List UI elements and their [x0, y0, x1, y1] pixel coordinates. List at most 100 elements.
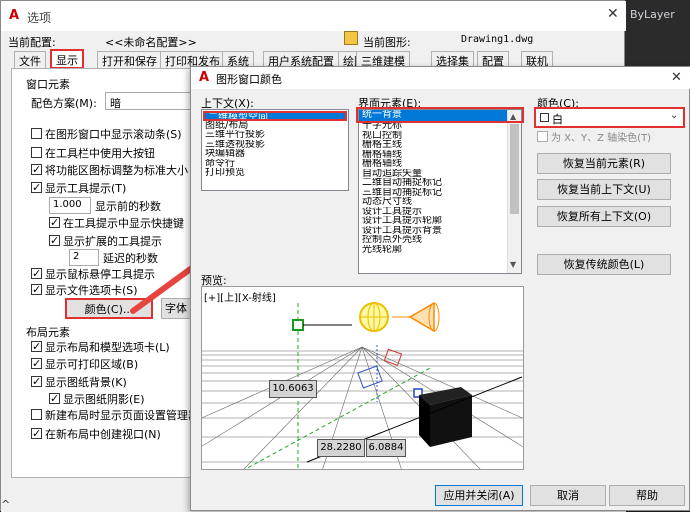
- checkbox-box[interactable]: [31, 339, 42, 354]
- context-item-2d-model[interactable]: 二维模型空间: [203, 111, 347, 121]
- autocad-logo-icon: A: [8, 8, 20, 23]
- context-item-layout[interactable]: 图纸/布局: [202, 121, 348, 131]
- current-profile-label: 当前配置:: [8, 36, 56, 49]
- checkbox-box[interactable]: [31, 282, 42, 297]
- checkbox-box[interactable]: [31, 426, 42, 441]
- checkbox-box[interactable]: [31, 374, 42, 389]
- close-icon[interactable]: ✕: [671, 70, 682, 85]
- checkbox-label: 为 X、Y、Z 轴染色(T): [551, 133, 652, 144]
- checkbox-large-buttons[interactable]: 在工具栏中使用大按钮: [31, 146, 155, 162]
- checkbox-box[interactable]: [31, 266, 42, 281]
- context-item-block-editor[interactable]: 块编辑器: [202, 149, 348, 159]
- scrollbar-thumb[interactable]: [510, 124, 519, 214]
- interface-item[interactable]: 栅格轴线: [359, 159, 521, 169]
- dimension-field-3: 6.0884: [366, 439, 406, 457]
- checkbox-label: 显示工具提示(T): [45, 182, 127, 195]
- apply-close-button[interactable]: 应用并关闭(A): [435, 485, 523, 506]
- checkbox-box[interactable]: [49, 233, 60, 248]
- tab-open-save[interactable]: 打开和保存: [97, 51, 162, 68]
- color-value: 白: [552, 113, 563, 126]
- interface-item[interactable]: 光线轮廓: [359, 245, 521, 255]
- help-button[interactable]: 帮助: [609, 485, 685, 506]
- color-scheme-value: 暗: [110, 97, 121, 110]
- interface-element-list[interactable]: 统一背景 十字光标 视口控制 栅格主线 栅格辅线 栅格轴线 自动追踪矢量 二维自…: [358, 109, 522, 274]
- interface-list-scrollbar[interactable]: ▲ ▼: [507, 110, 521, 273]
- checkbox-box[interactable]: [31, 128, 42, 139]
- checkbox-show-scrollbars[interactable]: 在图形窗口中显示滚动条(S): [31, 127, 182, 143]
- tab-files[interactable]: 文件: [14, 51, 46, 68]
- layout-elements-heading: 布局元素: [26, 326, 70, 339]
- checkbox-label: 在新布局中创建视口(N): [45, 428, 161, 441]
- options-titlebar: A 选项 ✕: [1, 1, 626, 31]
- dimension-field-2: 28.2280: [317, 439, 365, 457]
- color-select[interactable]: 白 ⌄: [534, 107, 685, 128]
- checkbox-box[interactable]: [31, 147, 42, 158]
- checkbox-paper-shadow[interactable]: 显示图纸阴影(E): [49, 391, 145, 408]
- restore-classic-colors-button[interactable]: 恢复传统颜色(L): [537, 254, 671, 275]
- interface-item[interactable]: 设计工具提示背景: [359, 226, 521, 236]
- interface-item[interactable]: 三维自动捕捉标记: [359, 188, 521, 198]
- checkbox-page-setup-manager[interactable]: 新建布局时显示页面设置管理器: [31, 408, 199, 424]
- interface-item[interactable]: 栅格主线: [359, 140, 521, 150]
- checkbox-tint-axes[interactable]: 为 X、Y、Z 轴染色(T): [537, 131, 651, 147]
- tooltip-delay-label: 显示前的秒数: [95, 200, 161, 213]
- context-item-plot-preview[interactable]: 打印预览: [202, 168, 348, 178]
- checkbox-box[interactable]: [31, 180, 42, 195]
- interface-item[interactable]: 设计工具提示: [359, 207, 521, 217]
- current-drawing-value: Drawing1.dwg: [461, 34, 534, 45]
- extended-delay-input[interactable]: 2: [69, 249, 99, 266]
- checkbox-label: 将功能区图标调整为标准大小: [45, 164, 188, 177]
- checkbox-show-tooltips[interactable]: 显示工具提示(T): [31, 180, 127, 197]
- cancel-button[interactable]: 取消: [530, 485, 606, 506]
- checkbox-create-viewport[interactable]: 在新布局中创建视口(N): [31, 426, 161, 443]
- checkbox-label: 显示可打印区域(B): [45, 358, 139, 371]
- interface-item[interactable]: 栅格辅线: [359, 150, 521, 160]
- interface-item[interactable]: 自动追踪矢量: [359, 169, 521, 179]
- interface-item[interactable]: 控制点外壳线: [359, 235, 521, 245]
- tooltip-delay-input[interactable]: 1.000: [49, 197, 91, 214]
- status-bar-fragment: ^: [1, 498, 11, 511]
- restore-current-element-button[interactable]: 恢复当前元素(R): [537, 153, 671, 174]
- checkbox-box[interactable]: [31, 162, 42, 177]
- checkbox-paper-background[interactable]: 显示图纸背景(K): [31, 374, 127, 391]
- checkbox-box[interactable]: [49, 391, 60, 406]
- drawing-file-icon: [344, 31, 358, 45]
- dimension-field-1: 10.6063: [269, 380, 317, 398]
- checkbox-label: 显示图纸阴影(E): [63, 393, 145, 406]
- checkbox-label: 在工具栏中使用大按钮: [45, 147, 155, 160]
- context-item-3d-parallel[interactable]: 三维平行投影: [202, 130, 348, 140]
- interface-item[interactable]: 二维自动捕捉标记: [359, 178, 521, 188]
- chevron-down-icon: ⌄: [670, 110, 679, 121]
- checkbox-label: 显示布局和模型选项卡(L): [45, 341, 170, 354]
- checkbox-label: 显示文件选项卡(S): [45, 284, 138, 297]
- restore-current-context-button[interactable]: 恢复当前上下文(U): [537, 179, 671, 200]
- context-list[interactable]: 二维模型空间 图纸/布局 三维平行投影 三维透视投影 块编辑器 命令行 打印预览: [201, 109, 349, 191]
- checkbox-printable-area[interactable]: 显示可打印区域(B): [31, 356, 139, 373]
- autocad-logo-icon: A: [198, 70, 210, 85]
- checkbox-file-tabs[interactable]: 显示文件选项卡(S): [31, 282, 138, 299]
- interface-item[interactable]: 设计工具提示轮廓: [359, 216, 521, 226]
- interface-item[interactable]: 动态尺寸线: [359, 197, 521, 207]
- checkbox-layout-model-tabs[interactable]: 显示布局和模型选项卡(L): [31, 339, 170, 356]
- checkbox-ribbon-icons[interactable]: 将功能区图标调整为标准大小: [31, 162, 188, 179]
- colors-titlebar: A 图形窗口颜色 ✕: [191, 67, 690, 89]
- context-item-command-line[interactable]: 命令行: [202, 159, 348, 169]
- highlight-box: [356, 107, 524, 123]
- restore-all-contexts-button[interactable]: 恢复所有上下文(O): [537, 206, 671, 227]
- context-item-3d-perspective[interactable]: 三维透视投影: [202, 140, 348, 150]
- color-scheme-select[interactable]: 暗: [105, 92, 191, 110]
- color-scheme-label: 配色方案(M):: [31, 97, 97, 110]
- tab-display[interactable]: 显示: [50, 49, 84, 69]
- checkbox-box[interactable]: [31, 356, 42, 371]
- checkbox-box[interactable]: [31, 409, 42, 420]
- checkbox-shortcut-in-tooltips[interactable]: 在工具提示中显示快捷键: [49, 215, 184, 232]
- checkbox-label: 在图形窗口中显示滚动条(S): [45, 128, 182, 141]
- close-icon[interactable]: ✕: [607, 6, 619, 22]
- checkbox-box[interactable]: [49, 215, 60, 230]
- interface-item[interactable]: 视口控制: [359, 131, 521, 141]
- checkbox-label: 新建布局时显示页面设置管理器: [45, 409, 199, 422]
- checkbox-box[interactable]: [537, 131, 548, 142]
- options-title: 选项: [27, 11, 52, 25]
- scroll-down-icon[interactable]: ▼: [510, 260, 516, 269]
- checkbox-label: 在工具提示中显示快捷键: [63, 217, 184, 230]
